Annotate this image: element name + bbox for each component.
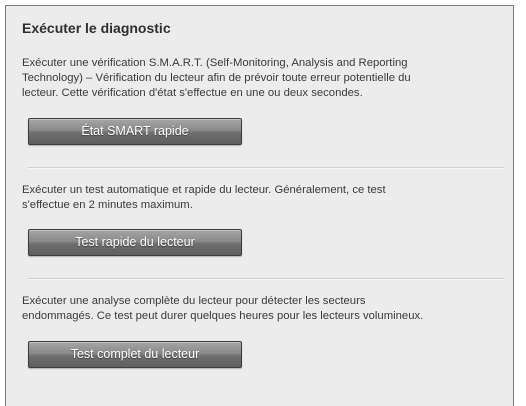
description-line: Exécuter une vérification S.M.A.R.T. (Se… — [22, 57, 408, 69]
description-line: lecteur. Cette vérification d'état s'eff… — [22, 87, 363, 99]
full-drive-test-button[interactable]: Test complet du lecteur — [28, 341, 242, 368]
description-line: Exécuter un test automatique et rapide d… — [22, 184, 386, 196]
panel-title: Exécuter le diagnostic — [22, 20, 171, 36]
description-line: s'effectue en 2 minutes maximum. — [22, 199, 193, 211]
description-line: Technology) – Vérification du lecteur af… — [22, 72, 411, 84]
description-line: endommagés. Ce test peut durer quelques … — [22, 310, 424, 322]
quick-drive-test-button[interactable]: Test rapide du lecteur — [28, 229, 242, 256]
description-line: Exécuter une analyse complète du lecteur… — [22, 295, 366, 307]
section-divider — [28, 167, 504, 169]
full-test-description: Exécuter une analyse complète du lecteur… — [22, 294, 423, 324]
smart-description: Exécuter une vérification S.M.A.R.T. (Se… — [22, 56, 411, 101]
section-divider — [28, 278, 504, 280]
quick-test-description: Exécuter un test automatique et rapide d… — [22, 183, 386, 213]
smart-status-button[interactable]: État SMART rapide — [28, 118, 242, 145]
diagnostic-panel: Exécuter le diagnostic Exécuter une véri… — [5, 5, 514, 406]
